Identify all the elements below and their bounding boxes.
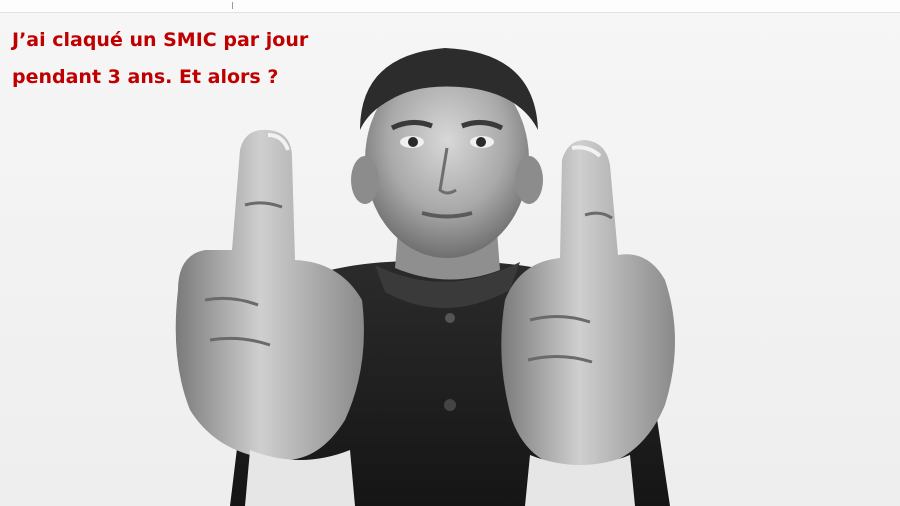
- caption-line-2: pendant 3 ans. Et alors ?: [12, 66, 279, 88]
- caption-line-1: J’ai claqué un SMIC par jour: [12, 29, 309, 51]
- left-hand: [175, 129, 364, 461]
- ear: [515, 156, 543, 204]
- jacket-button: [444, 399, 456, 411]
- meme-image: J’ai claqué un SMIC par jour pendant 3 a…: [0, 0, 900, 506]
- meme-caption: J’ai claqué un SMIC par jour pendant 3 a…: [12, 22, 352, 96]
- jacket-button: [445, 313, 455, 323]
- ear: [351, 156, 379, 204]
